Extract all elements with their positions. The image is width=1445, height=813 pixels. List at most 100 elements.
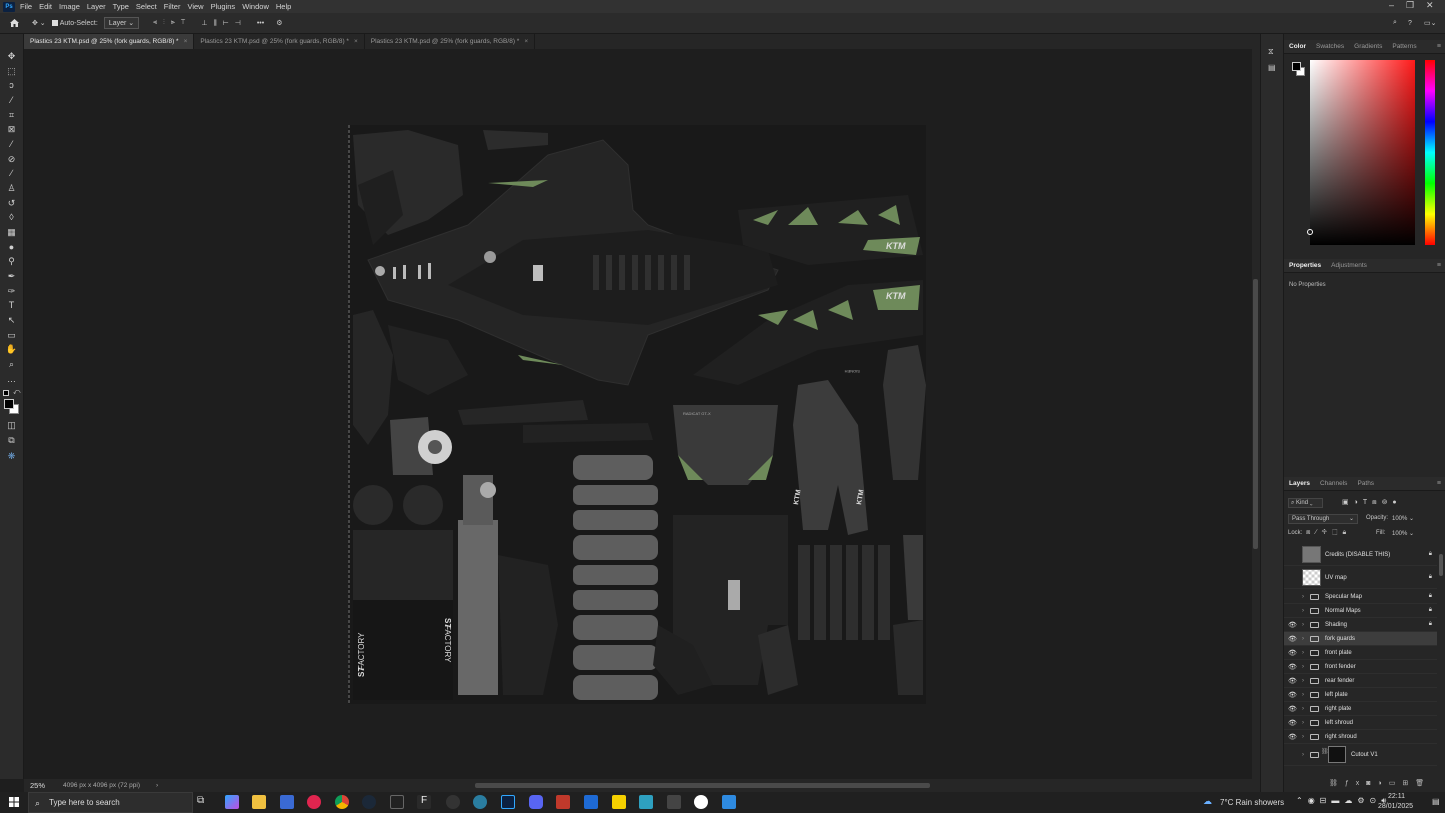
layer-name[interactable]: rear fender [1325, 678, 1354, 684]
lock-icons[interactable]: ⧈∕✥⬚🔒︎ [1306, 529, 1351, 537]
document-canvas[interactable]: KTM KTM RADICAT GT-X KTM KTM FACTORY FAC… [348, 125, 926, 704]
zoom-tool-icon[interactable]: ⌕ [5, 359, 18, 370]
layer-name[interactable]: fork guards [1325, 636, 1355, 642]
menu-plugins[interactable]: Plugins [211, 2, 236, 11]
align-icons[interactable]: ⫷⫶⫸⊤ [153, 19, 191, 27]
layer-name[interactable]: right shroud [1325, 734, 1357, 740]
weather-icon[interactable]: ☁ [1203, 796, 1212, 807]
more-tools-icon[interactable]: … [5, 374, 18, 385]
menu-file[interactable]: File [20, 2, 32, 11]
menu-edit[interactable]: Edit [39, 2, 52, 11]
restore-icon[interactable]: ❐ [1406, 0, 1414, 11]
layer-row[interactable]: UV map 🔒︎ [1284, 567, 1437, 589]
layer-name[interactable]: right plate [1325, 706, 1351, 712]
layer-row[interactable]: 👁︎ › front fender [1284, 660, 1437, 674]
menu-help[interactable]: Help [276, 2, 291, 11]
layer-name[interactable]: front plate [1325, 650, 1352, 656]
tab-gradients[interactable]: Gradients [1349, 40, 1387, 54]
app-icon[interactable]: F [417, 795, 431, 809]
chevron-right-icon[interactable]: › [1302, 706, 1304, 712]
eyedropper-tool-icon[interactable]: ⁄ [5, 139, 18, 150]
app-icon[interactable] [473, 795, 487, 809]
eye-icon[interactable]: 👁︎ [1288, 621, 1297, 629]
eye-icon[interactable]: 👁︎ [1288, 677, 1297, 685]
fill-input[interactable]: 100% ⌄ [1392, 529, 1418, 539]
game-icon[interactable] [556, 795, 570, 809]
obs-icon[interactable] [446, 795, 460, 809]
tab-adjustments[interactable]: Adjustments [1326, 259, 1372, 273]
layer-footer-icons[interactable]: ⛓ƒx◙◑▭⊞🗑︎ [1329, 779, 1431, 787]
epic-games-icon[interactable] [390, 795, 404, 809]
task-view-icon[interactable]: ⧉ [197, 795, 211, 809]
chevron-right-icon[interactable]: › [1302, 636, 1304, 642]
chevron-right-icon[interactable]: › [1302, 720, 1304, 726]
quick-mask-icon[interactable]: ◫ [5, 420, 18, 431]
menu-filter[interactable]: Filter [164, 2, 181, 11]
app-icon[interactable] [639, 795, 653, 809]
hue-slider[interactable] [1425, 60, 1435, 245]
menu-window[interactable]: Window [242, 2, 269, 11]
move-tool-icon[interactable]: ✥ [5, 51, 18, 62]
close-tab-icon[interactable]: × [354, 38, 358, 45]
tab-color[interactable]: Color [1284, 40, 1311, 54]
layer-row[interactable]: › Normal Maps 🔒︎ [1284, 604, 1437, 618]
layer-row[interactable]: Credits (DISABLE THIS) 🔒︎ [1284, 544, 1437, 566]
store-icon[interactable] [280, 795, 294, 809]
panel-menu-icon[interactable]: ≡ [1437, 480, 1441, 487]
layer-row[interactable]: 👁︎ › left shroud [1284, 716, 1437, 730]
app-icon[interactable] [722, 795, 736, 809]
eye-icon[interactable]: 👁︎ [1288, 733, 1297, 741]
eye-icon[interactable]: 👁︎ [1288, 705, 1297, 713]
healing-brush-tool-icon[interactable]: ⊘ [5, 154, 18, 165]
foreground-color-swatch[interactable] [4, 399, 14, 409]
chevron-right-icon[interactable]: › [1302, 752, 1304, 758]
menu-layer[interactable]: Layer [87, 2, 106, 11]
eye-icon[interactable]: 👁︎ [1288, 719, 1297, 727]
zoom-level[interactable]: 25% [30, 781, 45, 790]
chevron-right-icon[interactable]: › [1302, 692, 1304, 698]
layer-row[interactable]: 👁︎ › Shading 🔒︎ [1284, 618, 1437, 632]
eye-icon[interactable]: 👁︎ [1288, 663, 1297, 671]
layer-row[interactable]: 👁︎ › right shroud [1284, 730, 1437, 744]
home-icon[interactable] [9, 18, 20, 28]
layer-row-selected[interactable]: 👁︎ › fork guards [1284, 632, 1437, 646]
default-colors-icon[interactable] [3, 390, 9, 396]
layer-name[interactable]: front fender [1325, 664, 1356, 670]
windows-start-icon[interactable] [9, 797, 19, 807]
chevron-right-icon[interactable]: › [1302, 594, 1304, 600]
menu-image[interactable]: Image [59, 2, 80, 11]
minimize-icon[interactable]: – [1389, 0, 1394, 10]
layer-row[interactable]: › Specular Map 🔒︎ [1284, 590, 1437, 604]
tab-paths[interactable]: Paths [1352, 477, 1379, 491]
quick-select-tool-icon[interactable]: ⁄ [5, 95, 18, 106]
workspace-icon[interactable]: ▭⌄ [1424, 19, 1436, 27]
tab-patterns[interactable]: Patterns [1387, 40, 1421, 54]
help-icon[interactable]: ? [1408, 20, 1412, 27]
tab-document-3[interactable]: Plastics 23 KTM.psd @ 25% (fork guards, … [365, 34, 536, 49]
layer-name[interactable]: Specular Map [1325, 594, 1362, 600]
tab-properties[interactable]: Properties [1284, 259, 1326, 273]
layer-name[interactable]: UV map [1325, 575, 1347, 581]
photoshop-taskbar-icon[interactable] [501, 795, 515, 809]
sticky-notes-icon[interactable] [612, 795, 626, 809]
history-panel-icon[interactable]: ⧖ [1268, 47, 1274, 57]
type-tool-icon[interactable]: T [5, 300, 18, 311]
close-tab-icon[interactable]: × [524, 38, 528, 45]
layer-row[interactable]: 👁︎ › rear fender [1284, 674, 1437, 688]
panel-menu-icon[interactable]: ≡ [1437, 262, 1441, 269]
tab-layers[interactable]: Layers [1284, 477, 1315, 491]
layer-name[interactable]: left shroud [1325, 720, 1353, 726]
eraser-tool-icon[interactable]: ◊ [5, 212, 18, 223]
media-player-icon[interactable] [307, 795, 321, 809]
chevron-right-icon[interactable]: › [1302, 622, 1304, 628]
chevron-right-icon[interactable]: › [1302, 734, 1304, 740]
chevron-right-icon[interactable]: › [1302, 650, 1304, 656]
app-icon[interactable] [667, 795, 681, 809]
tab-document-2[interactable]: Plastics 23 KTM.psd @ 25% (fork guards, … [194, 34, 365, 49]
layer-name[interactable]: Cutout V1 [1351, 752, 1378, 758]
layer-filter-dropdown[interactable]: ⌕ Kind ⌄ [1288, 498, 1323, 508]
panel-menu-icon[interactable]: ≡ [1437, 43, 1441, 50]
search-icon[interactable]: ⌕ [1393, 19, 1397, 27]
color-picker-handle[interactable] [1307, 229, 1313, 235]
menu-view[interactable]: View [187, 2, 203, 11]
